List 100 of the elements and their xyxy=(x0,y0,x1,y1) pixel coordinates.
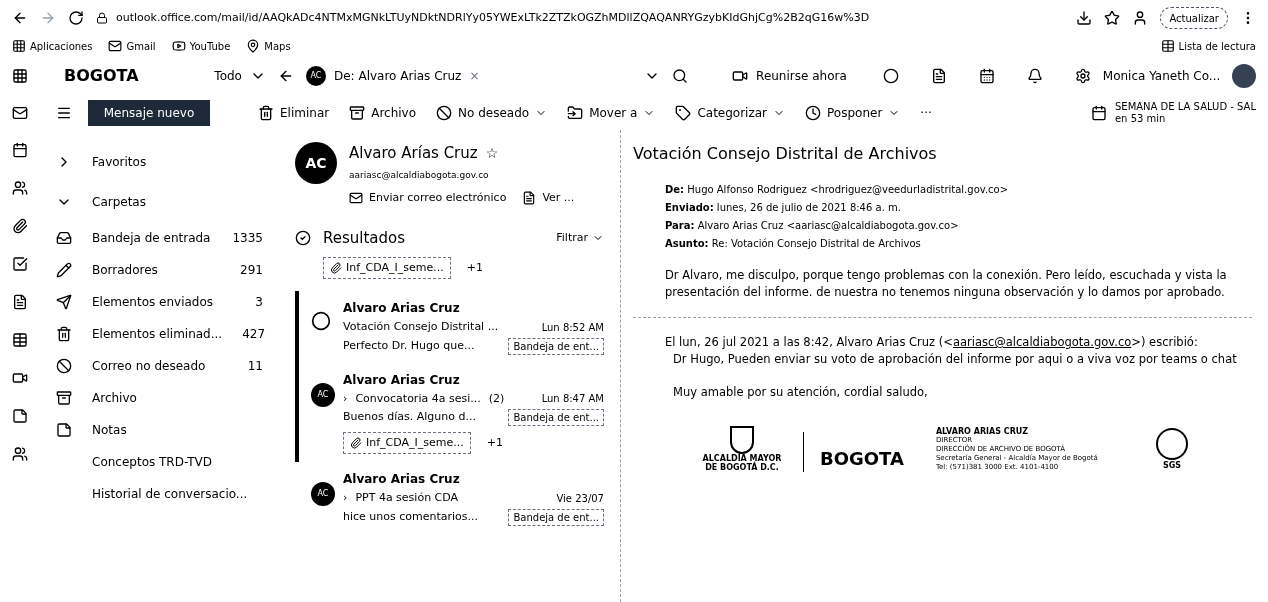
logo: BOGOTA xyxy=(64,65,140,87)
document-icon[interactable] xyxy=(930,68,947,84)
folder-section[interactable]: Carpetas xyxy=(56,182,263,222)
more-button[interactable]: ··· xyxy=(920,104,932,122)
avatar[interactable] xyxy=(1232,64,1256,88)
folder-tag: Bandeja de ent... xyxy=(508,337,604,355)
select-all-icon[interactable] xyxy=(295,229,311,246)
seal-caption: ALCALDÍA MAYOR DE BOGOTÁ D.C. xyxy=(701,453,783,472)
subject: PPT 4a sesión CDA xyxy=(355,490,459,506)
attachment-count: +1 xyxy=(486,434,503,451)
toolbar-button[interactable]: Categorizar xyxy=(675,104,786,122)
mail-icon[interactable] xyxy=(12,105,28,121)
list-icon xyxy=(1160,39,1175,53)
new-message-button[interactable]: Mensaje nuevo xyxy=(88,100,210,126)
bookmark[interactable]: YouTube xyxy=(171,38,231,54)
settings-icon[interactable] xyxy=(1074,68,1091,84)
folder-item[interactable]: Correo no deseado 11 xyxy=(56,350,263,382)
message-item[interactable]: AC Alvaro Arias Cruz › Convocatoria 4a sesi... (2) Lun 8:47 AM Buenos días. Alguno d... Bandeja de ent... Inf_CDA_I_seme... +1 xyxy=(295,362,604,462)
message-time: Lun 8:47 AM xyxy=(541,392,604,407)
note-icon[interactable] xyxy=(12,408,28,424)
reminder[interactable]: SEMANA DE LA SALUD - SAL en 53 min xyxy=(1090,100,1256,126)
tag-icon xyxy=(675,105,692,121)
user-name[interactable]: Monica Yaneth Co... xyxy=(1102,67,1221,85)
message-item[interactable]: Alvaro Arias Cruz Votación Consejo Distrital ... Lun 8:52 AM Perfecto Dr. Hugo que... Bandeja de ent... xyxy=(295,291,604,363)
filter-button[interactable]: Filtrar xyxy=(556,229,604,246)
avatar: AC xyxy=(311,482,335,506)
spreadsheet-icon[interactable] xyxy=(12,332,28,348)
app-launcher-icon[interactable] xyxy=(12,68,28,84)
folder-count: 1335 xyxy=(232,230,263,247)
folder-item[interactable]: Notas xyxy=(56,414,263,446)
expand-caret[interactable]: › xyxy=(343,490,348,507)
calendar-icon[interactable] xyxy=(12,142,28,158)
search-field[interactable]: AC De: Alvaro Arias Cruz × xyxy=(305,66,633,86)
folder-icon xyxy=(567,105,584,121)
folder-count: 3 xyxy=(255,294,263,311)
header-line: Enviado: lunes, 26 de julio de 2021 8:46 a. m. xyxy=(665,201,902,215)
view-button[interactable]: Ver ... xyxy=(522,190,575,207)
toolbar-button[interactable]: Posponer xyxy=(805,104,901,122)
map-pin-icon xyxy=(246,39,261,53)
toolbar-button[interactable]: Mover a xyxy=(567,104,656,122)
bookmark[interactable]: Gmail xyxy=(108,38,156,54)
bookmark[interactable]: Aplicaciones xyxy=(12,38,93,54)
folder-item[interactable]: Archivo xyxy=(56,382,263,414)
send-email-button[interactable]: Enviar correo electrónico xyxy=(349,190,507,207)
email-body: Dr Alvaro, me disculpo, porque tengo problemas con la conexión. Pero leído, escuchada y vista la presentación del informe. de nuestra no tenemos ninguna observación y lo damos por aprobado. xyxy=(665,267,1228,301)
sender: Alvaro Arias Cruz xyxy=(343,471,461,488)
team-icon[interactable] xyxy=(12,446,28,462)
block-icon xyxy=(56,358,72,374)
email-link[interactable]: aariasc@alcaldiabogota.gov.co xyxy=(952,335,1132,349)
attachment-chip[interactable]: Inf_CDA_I_seme... xyxy=(323,257,451,279)
favorite-star[interactable]: ☆ xyxy=(485,142,499,164)
seal-icon xyxy=(730,425,754,454)
header-line: De: Hugo Alfonso Rodriguez <hrodriguez@veedurIadistrital.gov.co> xyxy=(665,183,1010,197)
folder-count: 427 xyxy=(242,326,266,343)
contact-email: aariasc@alcaldiabogota.gov.co xyxy=(349,168,490,182)
folder-item[interactable]: Elementos enviados 3 xyxy=(56,286,263,318)
menu-icon[interactable] xyxy=(56,105,72,121)
mail-icon xyxy=(108,39,123,53)
toolbar-button[interactable]: Eliminar xyxy=(258,104,330,122)
search-icon[interactable] xyxy=(672,68,689,84)
calendar-icon[interactable] xyxy=(978,68,995,84)
folder-item[interactable]: Bandeja de entrada 1335 xyxy=(56,222,263,254)
select-circle[interactable] xyxy=(311,311,331,331)
paperclip-icon[interactable] xyxy=(12,218,28,234)
pencil-icon xyxy=(56,262,72,278)
folder-tag: Bandeja de ent... xyxy=(508,409,604,426)
address-bar[interactable]: outlook.office.com/mail/id/AAQkADc4NTMxMGNkLTUyNDktNDRlYy05YWExLTk2ZTZkOGZhMDllZQAQANRYGzybKIdGhjCg%2B2qG16w%3D xyxy=(96,9,1065,27)
people-icon[interactable] xyxy=(12,180,28,196)
toolbar-button[interactable]: No deseado xyxy=(436,104,548,122)
bookmark[interactable]: Maps xyxy=(246,38,291,54)
attachment-chip[interactable]: Inf_CDA_I_seme... xyxy=(343,432,471,454)
folder-section[interactable]: Favoritos xyxy=(56,142,263,182)
certification-seal xyxy=(1156,427,1188,460)
install-icon[interactable] xyxy=(1076,10,1093,26)
avatar: AC xyxy=(311,382,335,407)
document-icon[interactable] xyxy=(12,294,28,310)
clear-search[interactable]: × xyxy=(469,67,480,85)
archive-icon xyxy=(349,105,366,121)
folder-item[interactable]: Borradores 291 xyxy=(56,254,263,286)
folder-item[interactable]: Historial de conversacio... xyxy=(56,478,263,510)
calendar-icon xyxy=(1090,105,1107,121)
checkbox-icon[interactable] xyxy=(12,256,28,272)
bell-icon[interactable] xyxy=(1026,68,1043,84)
star-icon[interactable] xyxy=(1104,10,1121,26)
message-item[interactable]: AC Alvaro Arias Cruz › PPT 4a sesión CDA Vie 23/07 hice unos comentarios... Bandeja de ent... xyxy=(295,462,604,534)
scope-dropdown[interactable]: Todo xyxy=(214,67,266,85)
inbox-icon xyxy=(56,230,72,246)
reading-list-link[interactable]: Lista de lectura xyxy=(1160,38,1256,54)
video-icon[interactable] xyxy=(12,370,28,386)
lock-icon xyxy=(96,12,108,24)
toolbar-button[interactable]: Archivo xyxy=(349,104,417,122)
expand-caret[interactable]: › xyxy=(343,390,348,407)
quoted-message: Dr Hugo, Pueden enviar su voto de aprobación del informe por aqui o a viva voz por teams o chat xyxy=(673,351,1238,369)
folder-item[interactable]: Elementos eliminad... 427 xyxy=(56,318,263,350)
email-subject: Votación Consejo Distrital de Archivos xyxy=(633,143,938,165)
reload-icon[interactable] xyxy=(68,10,84,26)
meet-now-button[interactable]: Reunirse ahora xyxy=(732,67,847,85)
folder-item[interactable]: Conceptos TRD-TVD xyxy=(56,446,263,478)
back-icon[interactable] xyxy=(12,10,28,26)
header-line: Asunto: Re: Votación Consejo Distrital de Archivos xyxy=(665,237,922,251)
